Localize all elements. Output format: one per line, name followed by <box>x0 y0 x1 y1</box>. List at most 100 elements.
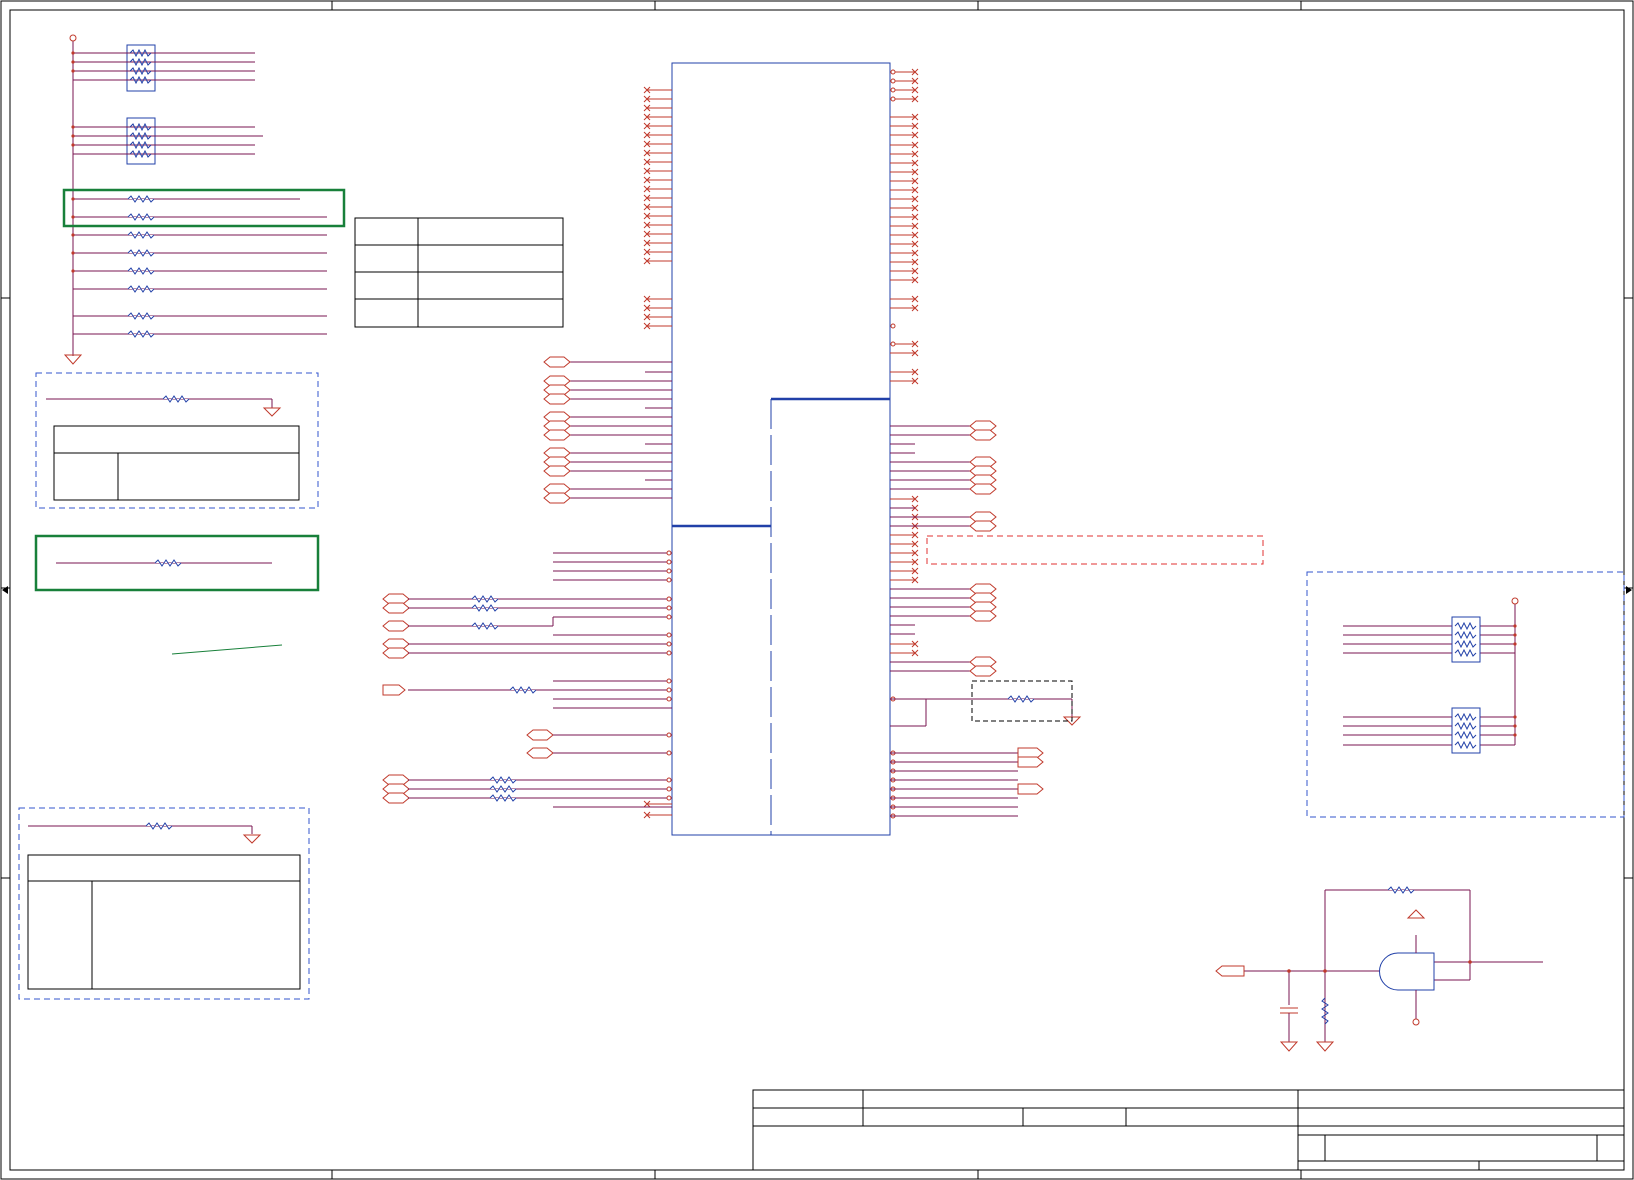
no-connect-icon <box>890 113 919 121</box>
note-block-2 <box>18 807 310 1000</box>
no-connect-icon <box>890 186 919 194</box>
no-connect-icon <box>890 276 919 284</box>
offpage-connector-icon <box>526 747 554 759</box>
no-connect-icon <box>890 267 919 275</box>
no-connect-icon <box>643 113 672 121</box>
no-connect-icon <box>643 322 672 330</box>
no-connect-icon <box>890 249 919 257</box>
no-connect-icon <box>643 95 672 103</box>
no-connect-icon <box>643 158 672 166</box>
offpage-connector-icon <box>382 647 410 659</box>
no-connect-icon <box>890 159 919 167</box>
offpage-connector-icon <box>382 792 410 804</box>
no-connect-icon <box>890 195 919 203</box>
offpage-connector-icon <box>526 729 554 741</box>
right-pullup-block <box>1306 571 1625 818</box>
reset-circuit <box>1215 886 1543 1052</box>
resistor-array-icon <box>73 117 263 165</box>
highlight-box <box>62 188 346 228</box>
power-symbol-icon <box>1511 597 1519 605</box>
offpage-connector-icon <box>382 620 410 632</box>
pin-bubble <box>890 96 896 102</box>
no-connect-icon <box>643 295 672 303</box>
pin-bubble <box>890 69 896 75</box>
no-connect-icon <box>890 349 919 357</box>
no-connect-icon <box>643 811 672 819</box>
no-connect-icon <box>890 240 919 248</box>
no-connect-icon <box>890 567 919 575</box>
pullup-resistors <box>72 198 327 335</box>
no-connect-icon <box>890 131 919 139</box>
offpage-connector-icon <box>543 465 571 477</box>
no-connect-icon <box>643 185 672 193</box>
no-connect-icon <box>890 258 919 266</box>
resistor-icon <box>154 559 182 567</box>
resistor-array-icon <box>1451 616 1481 754</box>
no-connect-icon <box>643 221 672 229</box>
title-block <box>752 1089 1625 1171</box>
ground-icon <box>262 407 282 417</box>
pin-bubbles <box>666 550 896 819</box>
no-connect-icon <box>643 122 672 130</box>
no-connect-icon <box>643 131 672 139</box>
resistor-icon <box>162 395 190 403</box>
highlight-box-2 <box>34 534 320 592</box>
pin-bubble <box>890 87 896 93</box>
no-connect-icon <box>643 140 672 148</box>
no-connect-icon <box>890 304 919 312</box>
no-connect-icon <box>890 204 919 212</box>
no-connect-icon <box>643 800 672 808</box>
schematic-sheet <box>0 0 1634 1180</box>
offpage-connector-icon <box>543 393 571 405</box>
no-connect-icon <box>890 231 919 239</box>
no-connect-icon <box>890 168 919 176</box>
no-connect-icon <box>890 531 919 539</box>
resistor-icon <box>145 822 173 830</box>
right-offpage-connectors <box>890 420 997 677</box>
ic-right-lower-wires <box>890 698 1073 817</box>
resistor-icon <box>471 595 537 802</box>
offpage-connector-icon <box>969 610 997 622</box>
offpage-connector-icon <box>1215 965 1245 977</box>
no-connect-icon <box>643 176 672 184</box>
note-block-1 <box>35 372 319 509</box>
pin-bubble <box>890 323 896 329</box>
offpage-connector-icon <box>969 429 997 441</box>
resistor-array-icon <box>73 44 255 92</box>
no-connect-icon <box>643 167 672 175</box>
no-connect-icon <box>643 194 672 202</box>
no-connect-icon <box>643 149 672 157</box>
ground-icon <box>1279 1041 1299 1052</box>
no-connect-icon <box>643 230 672 238</box>
offpage-connector-icon <box>969 665 997 677</box>
no-connect-icon <box>643 304 672 312</box>
no-connect-icon <box>890 558 919 566</box>
offpage-connector-icon <box>543 356 571 368</box>
resistor-icon <box>1387 886 1415 894</box>
config-table <box>354 217 564 328</box>
offpage-connector-icon <box>382 602 410 614</box>
offpage-connector-icon <box>543 492 571 504</box>
no-connect-icon <box>890 649 919 657</box>
resistor-icon <box>1007 695 1035 703</box>
no-connect-icon <box>643 104 672 112</box>
offpage-connector-icon <box>969 483 997 495</box>
series-resistor-group <box>408 552 672 808</box>
offpage-connector-icon <box>969 520 997 532</box>
power-symbol-icon <box>1412 1018 1420 1026</box>
no-connect-icon <box>643 239 672 247</box>
and-gate-icon <box>1379 952 1435 991</box>
no-connect-icon <box>890 576 919 584</box>
pullup-bank <box>62 34 346 365</box>
offpage-connector-icon <box>1017 747 1044 795</box>
no-connect-icon <box>643 212 672 220</box>
pin-bubble <box>890 341 896 347</box>
no-connect-icon <box>890 213 919 221</box>
no-connect-icon <box>890 122 919 130</box>
no-connect-icon <box>890 377 919 385</box>
ground-icon <box>242 834 262 844</box>
no-connect-icon <box>890 141 919 149</box>
power-symbol-icon <box>69 34 77 42</box>
ground-icon <box>63 354 83 365</box>
no-connect-icon <box>890 640 919 648</box>
